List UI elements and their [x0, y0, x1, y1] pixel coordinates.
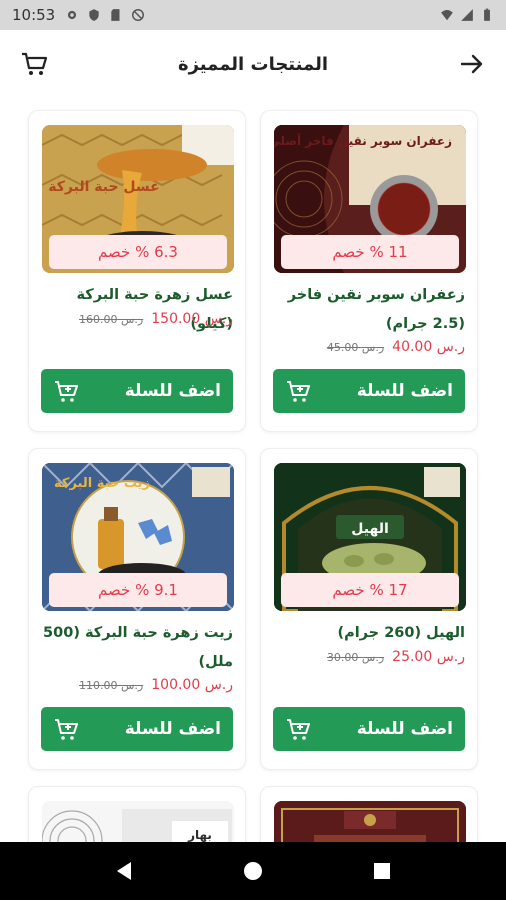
price-row: 45.00 ر.س 40.00 ر.س: [273, 339, 465, 355]
back-button[interactable]: [456, 48, 488, 80]
price: 25.00 ر.س: [392, 649, 465, 665]
discount-badge: 9.1 % خصم: [49, 573, 227, 607]
add-to-cart-label: اضف للسلة: [356, 381, 453, 401]
cart-button[interactable]: [18, 48, 50, 80]
product-card[interactable]: الهيل 17 % خصم الهيل (260 جرام) 30.00 ر.…: [260, 448, 478, 770]
product-card[interactable]: [260, 786, 478, 842]
triangle-back-icon: [117, 862, 132, 880]
settings-icon: [68, 10, 77, 20]
battery-icon: [484, 8, 490, 21]
nav-back-button[interactable]: [104, 851, 144, 891]
product-name[interactable]: زعفران سوبر نقين فاخر (2.5 جرام): [273, 281, 465, 339]
price-row: 160.00 ر.س 150.00 ر.س: [41, 311, 233, 327]
old-price: 30.00 ر.س: [326, 650, 385, 664]
product-name[interactable]: زيت زهرة حبة البركة (500 ملل): [41, 619, 233, 677]
blocked-icon: [132, 9, 145, 21]
cart-plus-icon: [287, 719, 310, 740]
product-image: الهيل 17 % خصم: [274, 463, 466, 611]
system-nav-bar: [0, 842, 506, 900]
spice-image: بهار: [42, 801, 234, 842]
price: 40.00 ر.س: [392, 339, 465, 355]
discount-badge: 11 % خصم: [281, 235, 459, 269]
add-to-cart-button[interactable]: اضف للسلة: [41, 369, 233, 413]
cart-icon: [22, 52, 48, 75]
old-price: 45.00 ر.س: [326, 340, 385, 354]
nav-home-button[interactable]: [233, 851, 273, 891]
image-text: الهيل: [351, 521, 389, 537]
nav-recents-button[interactable]: [362, 851, 402, 891]
product-image: زيت حبة البركة 9.1 % خصم: [42, 463, 234, 611]
product-name[interactable]: عسل زهرة حبة البركة (كيلو): [41, 281, 233, 339]
discount-badge: 6.3 % خصم: [49, 235, 227, 269]
add-to-cart-button[interactable]: اضف للسلة: [273, 369, 465, 413]
square-recents-icon: [373, 863, 390, 879]
signal-icon: [461, 9, 473, 21]
add-to-cart-label: اضف للسلة: [124, 381, 221, 401]
status-bar: 10:53: [0, 0, 506, 30]
add-to-cart-label: اضف للسلة: [356, 719, 453, 739]
image-text: زعفران سوبر نقين فاخر أصلي: [274, 133, 452, 149]
price: 150.00 ر.س: [151, 311, 233, 327]
cart-plus-icon: [55, 381, 78, 402]
discount-badge: 17 % خصم: [281, 573, 459, 607]
image-text: عسل حبة البركة: [48, 179, 159, 195]
circle-home-icon: [243, 862, 262, 880]
cart-plus-icon: [287, 381, 310, 402]
product-image: بهار: [42, 801, 234, 842]
product-card[interactable]: بهار: [28, 786, 246, 842]
add-to-cart-button[interactable]: اضف للسلة: [41, 707, 233, 751]
product-card[interactable]: زعفران سوبر نقين فاخر أصلي 11 % خصم زعفر…: [260, 110, 478, 432]
product-grid: زعفران سوبر نقين فاخر أصلي 11 % خصم زعفر…: [0, 98, 506, 842]
old-price: 160.00 ر.س: [79, 312, 144, 326]
old-price: 110.00 ر.س: [79, 678, 144, 692]
cart-plus-icon: [55, 719, 78, 740]
shield-icon: [89, 9, 99, 21]
product-card[interactable]: عسل حبة البركة 6.3 % خصم عسل زهرة حبة ال…: [28, 110, 246, 432]
sd-card-icon: [111, 9, 120, 21]
page-title: المنتجات المميزة: [177, 53, 328, 75]
product-image: [274, 801, 466, 842]
product-image: زعفران سوبر نقين فاخر أصلي 11 % خصم: [274, 125, 466, 273]
price: 100.00 ر.س: [151, 677, 233, 693]
image-text: بهار: [187, 828, 212, 842]
add-to-cart-button[interactable]: اضف للسلة: [273, 707, 465, 751]
price-row: 30.00 ر.س 25.00 ر.س: [273, 649, 465, 665]
add-to-cart-label: اضف للسلة: [124, 719, 221, 739]
app-header: المنتجات المميزة: [0, 30, 506, 98]
spice-box-image: [274, 801, 466, 842]
arrow-right-icon: [460, 54, 483, 74]
product-name[interactable]: الهيل (260 جرام): [273, 619, 465, 648]
product-card[interactable]: زيت حبة البركة 9.1 % خصم زيت زهرة حبة ال…: [28, 448, 246, 770]
price-row: 110.00 ر.س 100.00 ر.س: [41, 677, 233, 693]
status-time: 10:53: [12, 6, 56, 24]
product-image: عسل حبة البركة 6.3 % خصم: [42, 125, 234, 273]
wifi-icon: [441, 10, 453, 21]
image-text: زيت حبة البركة: [54, 476, 150, 491]
